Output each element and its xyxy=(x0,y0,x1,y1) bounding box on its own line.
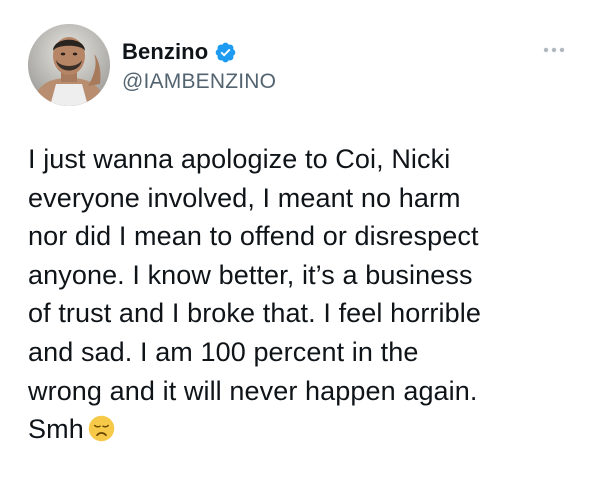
tweet-text-line: nor did I mean to offend or disrespect xyxy=(28,221,479,252)
display-name[interactable]: Benzino xyxy=(122,39,208,65)
tweet-text-line: everyone involved, I meant no harm xyxy=(28,182,461,213)
disappointed-face-emoji-icon xyxy=(88,415,115,442)
tweet-card: Benzino @IAMBENZINO I just wanna apologi… xyxy=(0,0,595,479)
tweet-text: I just wanna apologize to Coi, Nicki eve… xyxy=(28,140,568,449)
tweet-text-line: Smh xyxy=(28,414,84,445)
display-name-row: Benzino xyxy=(122,39,276,65)
tweet-text-line: of trust and I broke that. I feel horrib… xyxy=(28,298,481,329)
more-horizontal-icon[interactable] xyxy=(540,42,568,58)
tweet-text-line: anyone. I know better, it’s a business xyxy=(28,259,473,290)
tweet-text-line: wrong and it will never happen again. xyxy=(28,375,478,406)
author-names: Benzino @IAMBENZINO xyxy=(122,39,276,95)
verified-badge-icon xyxy=(214,41,237,64)
tweet-text-line: and sad. I am 100 percent in the xyxy=(28,336,419,367)
author-handle[interactable]: @IAMBENZINO xyxy=(122,69,276,95)
avatar[interactable] xyxy=(28,24,110,106)
tweet-text-line: I just wanna apologize to Coi, Nicki xyxy=(28,144,451,174)
tweet-header: Benzino @IAMBENZINO xyxy=(28,24,568,110)
